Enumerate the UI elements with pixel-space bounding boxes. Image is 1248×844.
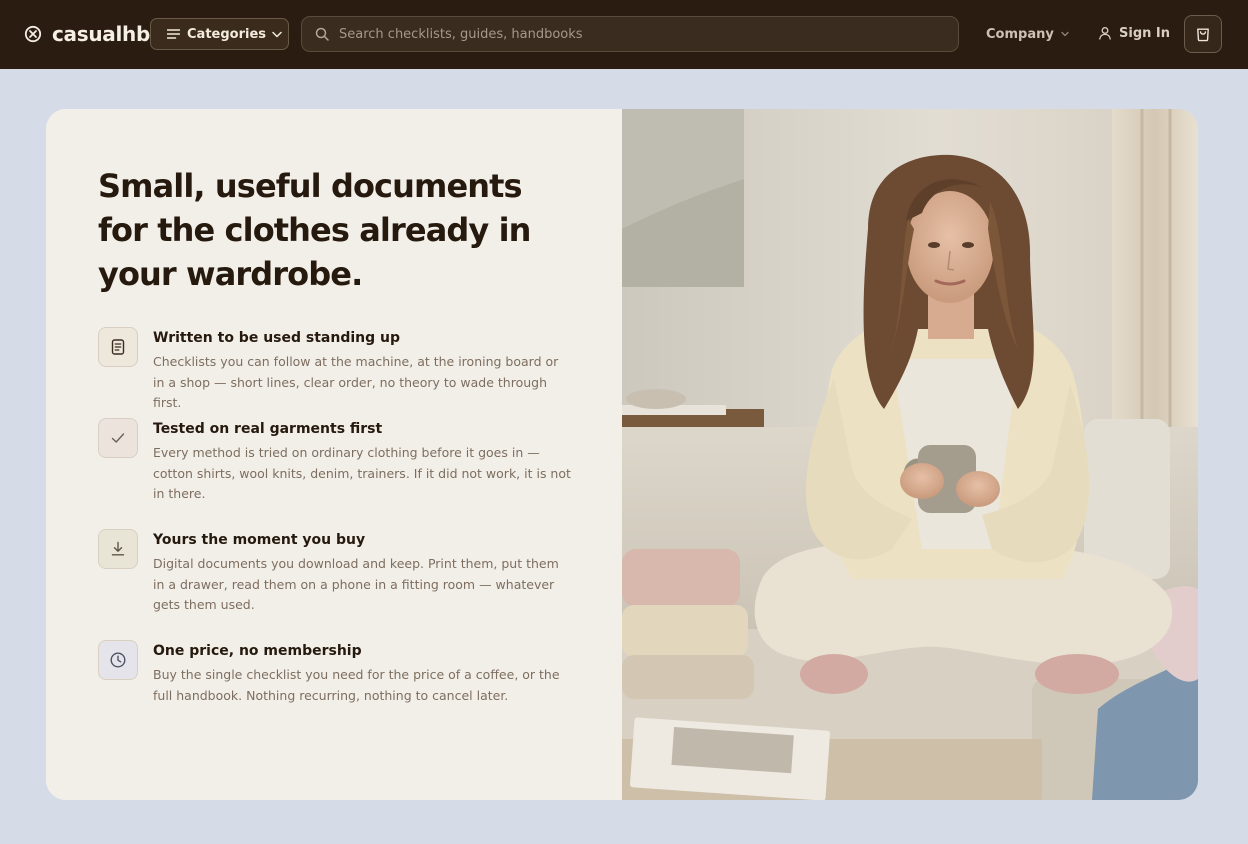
feature-title: One price, no membership <box>153 643 362 659</box>
hero-photo <box>622 109 1198 800</box>
brand-name: casualhb <box>52 22 151 46</box>
check-icon <box>111 433 125 443</box>
menu-lines-icon <box>167 29 180 39</box>
sign-in-link[interactable]: Sign In <box>1098 23 1170 43</box>
hero-text-panel: Small, useful documents for the clothes … <box>46 109 622 800</box>
feature-icon-box <box>98 529 138 569</box>
download-icon <box>111 541 125 556</box>
feature-icon-box <box>98 640 138 680</box>
feature-icon-box <box>98 418 138 458</box>
hero-card: Small, useful documents for the clothes … <box>46 109 1198 800</box>
feature-description: Checklists you can follow at the machine… <box>153 354 559 410</box>
logo-mark-icon <box>24 25 42 43</box>
company-label: Company <box>986 26 1054 42</box>
feature-title: Yours the moment you buy <box>153 532 366 548</box>
feature-description: Buy the single checklist you need for th… <box>153 667 560 703</box>
feature-title: Written to be used standing up <box>153 330 400 346</box>
top-navigation-bar: casualhb Categories Company Sign In <box>0 0 1248 69</box>
brand-logo[interactable]: casualhb <box>24 21 150 47</box>
feature-icon-box <box>98 327 138 367</box>
search-icon <box>315 27 329 41</box>
document-icon <box>111 339 125 355</box>
search-bar[interactable] <box>301 16 959 52</box>
shopping-bag-icon <box>1197 28 1209 42</box>
chevron-down-icon <box>1061 31 1069 37</box>
sign-in-label: Sign In <box>1119 25 1170 41</box>
feature-title: Tested on real garments first <box>153 421 383 437</box>
user-icon <box>1099 27 1111 40</box>
chevron-down-icon <box>272 31 282 37</box>
categories-button[interactable]: Categories <box>150 18 289 50</box>
feature-description: Every method is tried on ordinary clothi… <box>153 445 571 501</box>
woman-on-sofa-photo <box>622 109 1198 800</box>
hero-headline: Small, useful documents for the clothes … <box>98 167 531 293</box>
company-menu[interactable]: Company <box>986 24 1069 44</box>
cart-button[interactable] <box>1184 15 1222 53</box>
categories-label: Categories <box>187 26 267 42</box>
search-input[interactable] <box>339 26 919 42</box>
feature-description: Digital documents you download and keep.… <box>153 556 559 612</box>
clock-icon <box>110 652 126 668</box>
